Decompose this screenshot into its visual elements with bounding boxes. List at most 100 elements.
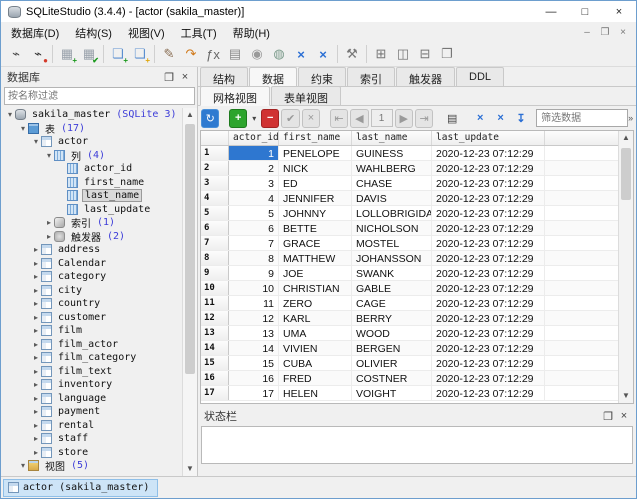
- tree-item-Calendar[interactable]: ▸Calendar: [1, 257, 197, 271]
- float-panel-icon[interactable]: ❐: [161, 69, 177, 85]
- expand-arrow-icon[interactable]: ▸: [31, 380, 41, 389]
- cell-actor_id[interactable]: 11: [229, 296, 279, 310]
- row-number[interactable]: 16: [201, 371, 229, 385]
- cell-first_name[interactable]: UMA: [279, 326, 352, 340]
- cell-last_name[interactable]: CAGE: [352, 296, 432, 310]
- tree-item-rental[interactable]: ▸rental: [1, 419, 197, 433]
- tree-item-索引[interactable]: ▸索引(1): [1, 216, 197, 230]
- close-button[interactable]: ×: [602, 1, 636, 23]
- row-number[interactable]: 10: [201, 281, 229, 295]
- expand-arrow-icon[interactable]: ▸: [31, 434, 41, 443]
- expand-arrow-icon[interactable]: ▸: [31, 394, 41, 403]
- cell-last_update[interactable]: 2020-12-23 07:12:29: [432, 386, 545, 400]
- next-page-button[interactable]: ▶: [395, 109, 413, 128]
- view-tab-网格视图[interactable]: 网格视图: [200, 86, 270, 106]
- tree-item-actor[interactable]: ▾actor: [1, 135, 197, 149]
- cell-last_update[interactable]: 2020-12-23 07:12:29: [432, 296, 545, 310]
- load-full-values-button[interactable]: ↧: [512, 109, 530, 128]
- cell-first_name[interactable]: JENNIFER: [279, 191, 352, 205]
- cell-actor_id[interactable]: 5: [229, 206, 279, 220]
- mdi-close-button[interactable]: ×: [614, 25, 632, 40]
- cell-first_name[interactable]: JOE: [279, 266, 352, 280]
- row-number[interactable]: 14: [201, 341, 229, 355]
- cell-last_update[interactable]: 2020-12-23 07:12:29: [432, 206, 545, 220]
- refresh-grid-button[interactable]: ↻: [201, 109, 219, 128]
- tree-item-payment[interactable]: ▸payment: [1, 405, 197, 419]
- mdi-cascade-button[interactable]: ❐: [436, 43, 458, 65]
- cell-last_update[interactable]: 2020-12-23 07:12:29: [432, 341, 545, 355]
- cell-actor_id[interactable]: 4: [229, 191, 279, 205]
- tree-filter-input[interactable]: [4, 87, 195, 105]
- last-page-button[interactable]: ⇥: [415, 109, 433, 128]
- tree-item-film_text[interactable]: ▸film_text: [1, 365, 197, 379]
- tree-item-视图[interactable]: ▾视图(5): [1, 459, 197, 473]
- collapse-arrow-icon[interactable]: ▾: [18, 461, 28, 470]
- open-sql-editor-button[interactable]: ✎: [158, 43, 180, 65]
- cell-actor_id[interactable]: 14: [229, 341, 279, 355]
- add-database-button[interactable]: ▦+: [56, 43, 78, 65]
- tree-item-staff[interactable]: ▸staff: [1, 432, 197, 446]
- page-number-input[interactable]: [371, 109, 393, 127]
- row-number[interactable]: 8: [201, 251, 229, 265]
- cell-actor_id[interactable]: 3: [229, 176, 279, 190]
- tree-scrollbar-thumb[interactable]: [185, 124, 195, 374]
- cell-last_update[interactable]: 2020-12-23 07:12:29: [432, 371, 545, 385]
- expand-arrow-icon[interactable]: ▸: [31, 272, 41, 281]
- tree-item-film[interactable]: ▸film: [1, 324, 197, 338]
- grid-scrollbar[interactable]: ▲ ▼: [618, 131, 633, 403]
- tree-item-inventory[interactable]: ▸inventory: [1, 378, 197, 392]
- cell-first_name[interactable]: ZERO: [279, 296, 352, 310]
- cell-first_name[interactable]: KARL: [279, 311, 352, 325]
- menu-item-3[interactable]: 工具(T): [173, 23, 225, 43]
- cell-last_name[interactable]: SWANK: [352, 266, 432, 280]
- row-number[interactable]: 4: [201, 191, 229, 205]
- scroll-up-icon[interactable]: ▲: [619, 131, 633, 145]
- row-number[interactable]: 13: [201, 326, 229, 340]
- menu-item-1[interactable]: 结构(S): [67, 23, 120, 43]
- expand-arrow-icon[interactable]: ▸: [44, 232, 54, 241]
- mdi-minimize-button[interactable]: –: [578, 25, 596, 40]
- tab-约束[interactable]: 约束: [298, 67, 346, 86]
- cell-first_name[interactable]: BETTE: [279, 221, 352, 235]
- cell-last_update[interactable]: 2020-12-23 07:12:29: [432, 161, 545, 175]
- cell-actor_id[interactable]: 17: [229, 386, 279, 400]
- expand-arrow-icon[interactable]: ▸: [31, 299, 41, 308]
- taskbar-item-actor (sakila_master)[interactable]: actor (sakila_master): [3, 479, 158, 497]
- scroll-up-icon[interactable]: ▲: [183, 108, 197, 122]
- expand-arrow-icon[interactable]: ▸: [31, 326, 41, 335]
- tree-item-language[interactable]: ▸language: [1, 392, 197, 406]
- row-number[interactable]: 7: [201, 236, 229, 250]
- collapse-arrow-icon[interactable]: ▾: [44, 151, 54, 160]
- cell-actor_id[interactable]: 1: [229, 146, 279, 160]
- cell-last_update[interactable]: 2020-12-23 07:12:29: [432, 356, 545, 370]
- tab-结构[interactable]: 结构: [200, 67, 248, 86]
- edit-database-button[interactable]: ▦✔: [78, 43, 100, 65]
- rollback-button[interactable]: ×: [302, 109, 320, 128]
- tab-触发器[interactable]: 触发器: [396, 67, 455, 86]
- cell-first_name[interactable]: PENELOPE: [279, 146, 352, 160]
- cell-last_name[interactable]: NICHOLSON: [352, 221, 432, 235]
- collapse-arrow-icon[interactable]: ▾: [18, 124, 28, 133]
- fit-rows-button[interactable]: ×: [491, 109, 509, 128]
- cell-last_name[interactable]: BERGEN: [352, 341, 432, 355]
- expand-arrow-icon[interactable]: ▸: [31, 448, 41, 457]
- tree-item-sakila_master[interactable]: ▾sakila_master(SQLite 3): [1, 108, 197, 122]
- view-tab-表单视图[interactable]: 表单视图: [271, 86, 341, 105]
- print-button[interactable]: ▤: [443, 109, 461, 128]
- tab-索引[interactable]: 索引: [347, 67, 395, 86]
- row-number[interactable]: 6: [201, 221, 229, 235]
- tree-item-last_update[interactable]: last_update: [1, 203, 197, 217]
- cell-actor_id[interactable]: 10: [229, 281, 279, 295]
- tree-item-category[interactable]: ▸category: [1, 270, 197, 284]
- cell-last_update[interactable]: 2020-12-23 07:12:29: [432, 176, 545, 190]
- collapse-arrow-icon[interactable]: ▾: [31, 137, 41, 146]
- column-header-last_name[interactable]: last_name: [352, 131, 432, 145]
- cell-last_name[interactable]: OLIVIER: [352, 356, 432, 370]
- cell-last_name[interactable]: CHASE: [352, 176, 432, 190]
- cell-actor_id[interactable]: 13: [229, 326, 279, 340]
- export-button[interactable]: ↷: [180, 43, 202, 65]
- tree-item-city[interactable]: ▸city: [1, 284, 197, 298]
- expand-arrow-icon[interactable]: ▸: [31, 340, 41, 349]
- menu-item-2[interactable]: 视图(V): [120, 23, 173, 43]
- cell-actor_id[interactable]: 12: [229, 311, 279, 325]
